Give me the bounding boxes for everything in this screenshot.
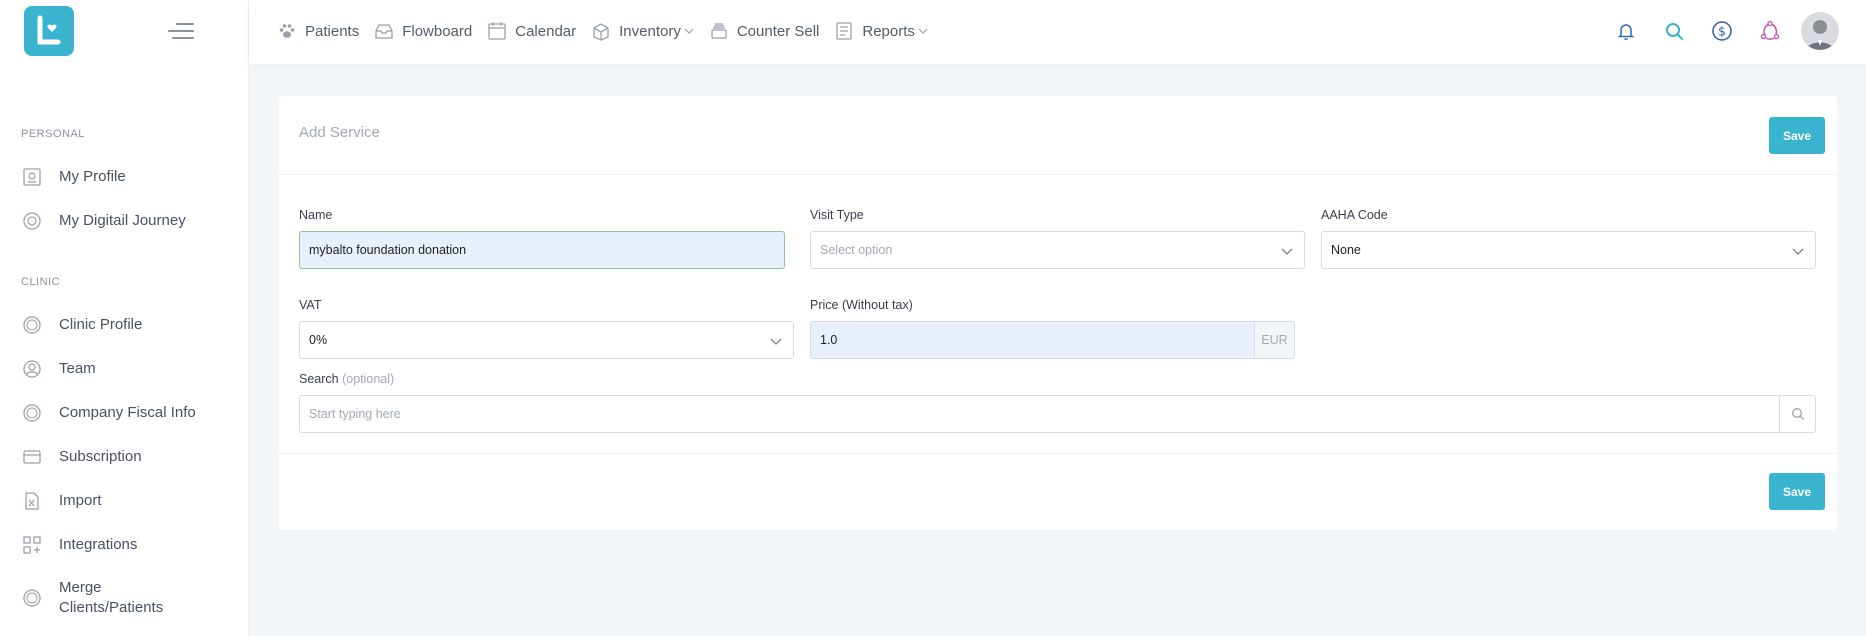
sidebar-item-team[interactable]: Team <box>21 354 241 384</box>
sidebar-item-subscription[interactable]: Subscription <box>21 442 241 472</box>
inbox-tray-icon <box>374 21 394 41</box>
nav-counter-sell[interactable]: Counter Sell <box>709 21 820 41</box>
nav-label: Reports <box>862 22 915 40</box>
avatar[interactable] <box>1801 12 1839 50</box>
vat-select[interactable]: 0% <box>299 321 794 359</box>
paw-icon <box>277 21 297 41</box>
sidebar-item-label: Clinic Profile <box>59 316 143 333</box>
aaha-code-select[interactable]: None <box>1321 231 1816 269</box>
aaha-code-value: None <box>1331 243 1361 257</box>
bell-icon[interactable] <box>1615 20 1637 42</box>
aaha-code-label: AAHA Code <box>1321 208 1388 222</box>
chevron-down-icon <box>1281 245 1293 257</box>
search-label-text: Search <box>299 372 339 386</box>
sidebar-item-my-profile[interactable]: My Profile <box>21 162 241 192</box>
section-label-clinic: CLINIC <box>21 276 61 288</box>
integrations-grid-icon <box>21 534 43 556</box>
sidebar-item-label: Subscription <box>59 448 142 465</box>
save-button-top[interactable]: Save <box>1769 117 1825 154</box>
nav-label: Patients <box>305 22 360 40</box>
team-user-icon <box>21 358 43 380</box>
card-header: Add Service Save <box>279 96 1837 175</box>
excel-file-icon <box>21 490 43 512</box>
nav-patients[interactable]: Patients <box>277 21 359 41</box>
vat-label: VAT <box>299 298 322 312</box>
nav-calendar[interactable]: Calendar <box>487 21 576 41</box>
sidebar: PERSONAL My Profile My Digitail Journey … <box>0 0 249 636</box>
chevron-down-icon <box>918 26 928 36</box>
sidebar-item-label: Merge Clients/Patients <box>59 579 164 616</box>
top-navigation: Patients Flowboard Calendar Inventory Co… <box>277 0 943 62</box>
visit-type-select[interactable]: Select option <box>810 231 1305 269</box>
sidebar-item-clinic-profile[interactable]: Clinic Profile <box>21 310 241 340</box>
search-button[interactable] <box>1779 396 1815 432</box>
sidebar-item-label: My Profile <box>59 168 126 185</box>
search-icon <box>1791 408 1804 420</box>
profile-card-icon <box>21 166 43 188</box>
calendar-icon <box>487 21 507 41</box>
nav-inventory[interactable]: Inventory <box>591 21 694 41</box>
dollar-icon[interactable]: $ <box>1711 20 1733 42</box>
box-icon <box>591 21 611 41</box>
section-label-personal: PERSONAL <box>21 128 85 140</box>
visit-type-placeholder: Select option <box>820 243 893 257</box>
cash-stack-icon <box>709 21 729 41</box>
currency-addon: EUR <box>1255 321 1295 359</box>
search-label: Search (optional) <box>299 372 394 386</box>
nav-label: Calendar <box>515 22 577 40</box>
sidebar-item-label: Import <box>59 492 102 509</box>
nav-reports[interactable]: Reports <box>834 21 928 41</box>
name-input[interactable]: mybalto foundation donation <box>299 231 785 269</box>
save-button-bottom[interactable]: Save <box>1769 473 1825 510</box>
chevron-down-icon <box>770 335 782 347</box>
search-icon[interactable] <box>1663 20 1685 42</box>
clinic-coin-icon <box>21 314 43 336</box>
share-network-icon[interactable] <box>1759 20 1781 42</box>
search-input[interactable]: Start typing here <box>299 395 1816 433</box>
top-right-icons: $ <box>1589 11 1839 51</box>
name-label: Name <box>299 208 333 222</box>
sidebar-item-my-digitail-journey[interactable]: My Digitail Journey <box>21 206 241 236</box>
chevron-down-icon <box>1792 245 1804 257</box>
top-bar: Patients Flowboard Calendar Inventory Co… <box>249 0 1866 64</box>
visit-type-label: Visit Type <box>810 208 864 222</box>
logo-mark-icon <box>37 15 61 45</box>
sidebar-item-label: Integrations <box>59 536 138 553</box>
page-title: Add Service <box>299 124 380 141</box>
journey-icon <box>21 210 43 232</box>
vat-value: 0% <box>309 333 328 347</box>
chevron-down-icon <box>684 26 694 36</box>
sidebar-item-import[interactable]: Import <box>21 486 241 516</box>
sidebar-item-merge-clients-patients[interactable]: Merge Clients/Patients <box>21 577 241 619</box>
name-value: mybalto foundation donation <box>309 243 467 257</box>
sidebar-item-label: My Digitail Journey <box>59 212 186 229</box>
sidebar-item-label: Company Fiscal Info <box>59 404 196 421</box>
svg-text:$: $ <box>1718 25 1726 39</box>
sidebar-item-company-fiscal-info[interactable]: Company Fiscal Info <box>21 398 241 428</box>
nav-label: Flowboard <box>402 22 473 40</box>
merge-coin-icon <box>21 587 43 609</box>
search-label-optional: (optional) <box>342 372 395 386</box>
nav-flowboard[interactable]: Flowboard <box>374 21 472 41</box>
price-value: 1.0 <box>820 333 838 347</box>
nav-label: Counter Sell <box>736 22 820 40</box>
app-logo[interactable] <box>24 6 74 56</box>
credit-card-icon <box>21 446 43 468</box>
sidebar-item-label: Team <box>59 360 96 377</box>
add-service-card: Add Service Save Name mybalto foundation… <box>279 96 1837 530</box>
price-input[interactable]: 1.0 <box>810 321 1255 359</box>
form-divider <box>279 453 1837 454</box>
search-placeholder: Start typing here <box>309 407 401 421</box>
report-icon <box>834 21 854 41</box>
nav-label: Inventory <box>619 22 681 40</box>
sidebar-item-integrations[interactable]: Integrations <box>21 530 241 560</box>
price-label: Price (Without tax) <box>810 298 913 312</box>
fiscal-coin-icon <box>21 402 43 424</box>
menu-toggle-icon[interactable] <box>166 22 194 40</box>
